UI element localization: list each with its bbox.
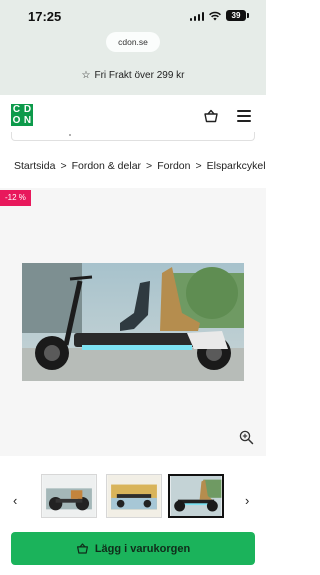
promo-banner: ☆ Fri Frakt över 299 kr: [0, 70, 266, 81]
add-to-cart-button[interactable]: Lägg i varukorgen: [11, 532, 255, 565]
zoom-in-icon[interactable]: [239, 430, 254, 445]
search-input[interactable]: [11, 132, 255, 141]
breadcrumb-item-fordon-delar[interactable]: Fordon & delar: [72, 160, 141, 172]
url-bar[interactable]: cdon.se: [106, 32, 160, 52]
breadcrumb-item-fordon[interactable]: Fordon: [157, 160, 190, 172]
thumbnail-item-active[interactable]: [168, 474, 224, 518]
breadcrumb-item-elsparkcykel[interactable]: Elsparkcykel: [207, 160, 266, 172]
shopping-basket-icon[interactable]: [203, 108, 219, 124]
status-time: 17:25: [28, 9, 62, 24]
logo-letter: D: [22, 104, 33, 115]
menu-icon[interactable]: [237, 110, 251, 122]
browser-chrome: 17:25 39 cdon.se ☆ Fri Frakt över 299 kr: [0, 0, 266, 95]
logo-letter: C: [11, 104, 22, 115]
breadcrumb: Startsida > Fordon & delar > Fordon > Elsparkc…: [14, 160, 266, 172]
breadcrumb-separator: >: [60, 160, 67, 172]
breadcrumb-separator: >: [195, 160, 202, 172]
basket-icon: [76, 543, 88, 554]
product-image[interactable]: [22, 263, 244, 381]
thumbnail-prev-button[interactable]: ‹: [13, 493, 17, 508]
add-to-cart-label: Lägg i varukorgen: [94, 542, 191, 555]
status-bar: 17:25 39: [0, 0, 266, 30]
wifi-icon: [209, 11, 221, 20]
logo-letter: N: [22, 115, 33, 126]
promo-text: Fri Frakt över 299 kr: [94, 70, 185, 81]
thumbnail-item[interactable]: [106, 474, 162, 518]
signal-icon: [189, 11, 204, 21]
breadcrumb-item-startsida[interactable]: Startsida: [14, 160, 55, 172]
thumbnail-next-button[interactable]: ›: [245, 493, 249, 508]
discount-badge: -12 %: [0, 190, 31, 206]
status-icons: 39: [189, 10, 249, 21]
breadcrumb-separator: >: [146, 160, 153, 172]
battery-icon: 39: [226, 10, 249, 21]
logo-letter: O: [11, 115, 22, 126]
screen: 17:25 39 cdon.se ☆ Fri Frakt över 299 kr …: [0, 0, 266, 575]
cdon-logo[interactable]: C D O N: [11, 104, 33, 126]
thumbnail-item[interactable]: [41, 474, 97, 518]
star-icon: ☆: [81, 70, 91, 81]
